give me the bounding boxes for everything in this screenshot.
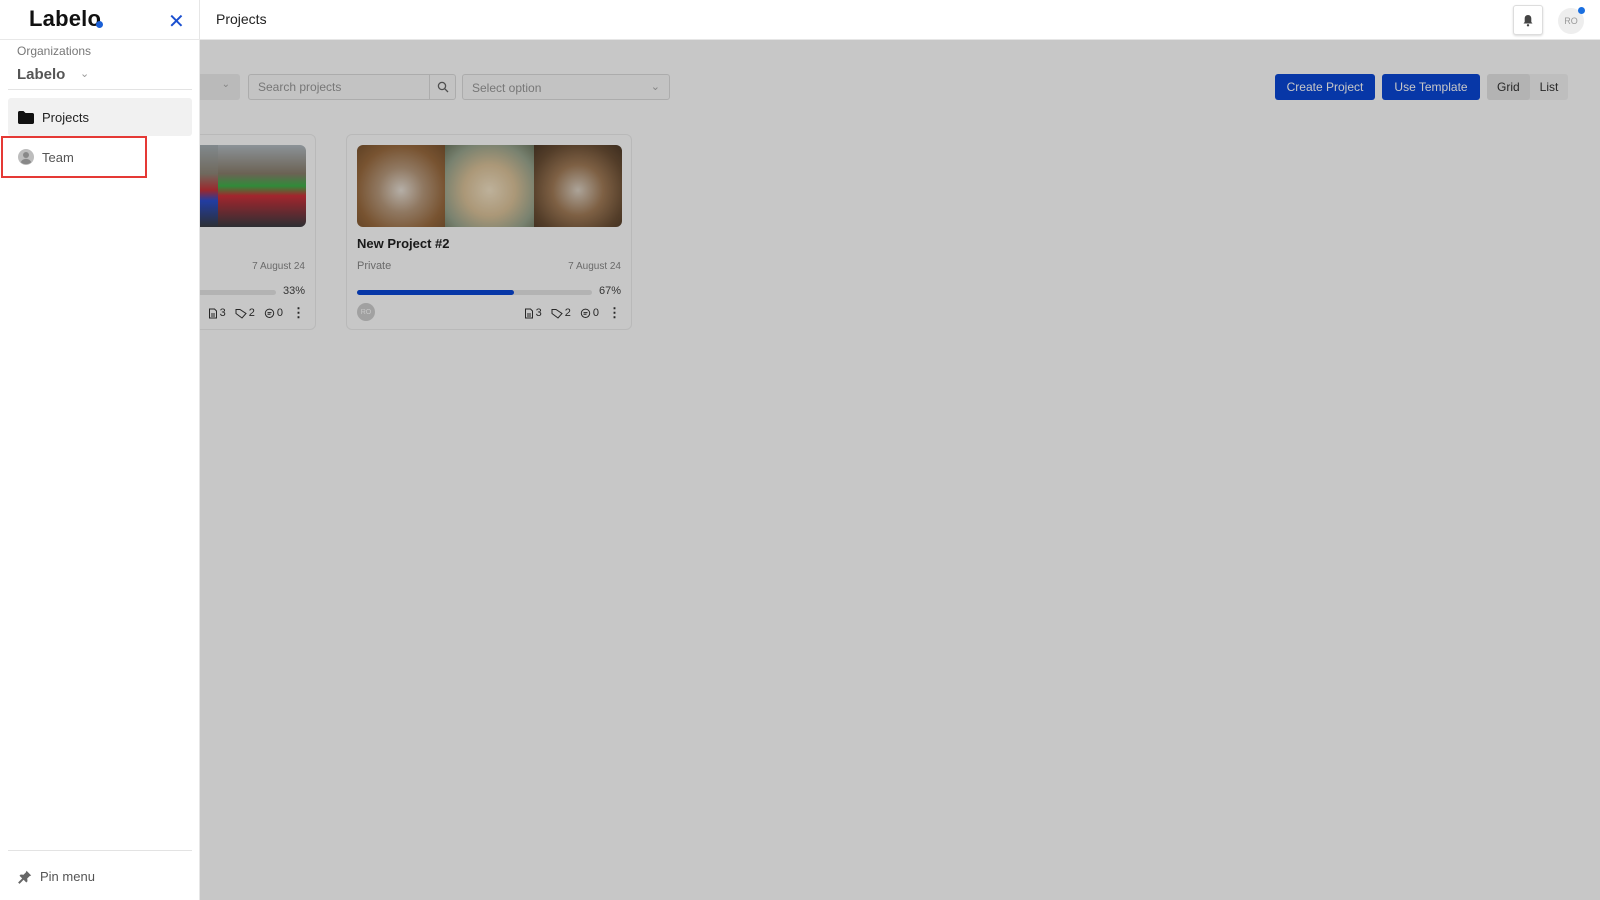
chevron-down-icon[interactable]: ⌄: [80, 67, 89, 80]
pin-menu-label: Pin menu: [40, 869, 95, 884]
sidebar-item-projects[interactable]: Projects: [8, 98, 192, 136]
page-title: Projects: [216, 11, 267, 27]
user-avatar[interactable]: RO: [1558, 7, 1585, 34]
notifications-button[interactable]: [1513, 5, 1543, 35]
backdrop-overlay[interactable]: [200, 40, 1600, 900]
logo: Labelo: [29, 6, 104, 31]
logo-mark: [96, 21, 104, 28]
organization-selector[interactable]: Labelo: [17, 66, 65, 83]
top-bar: Projects RO: [0, 0, 1600, 40]
pin-menu-button[interactable]: Pin menu: [18, 869, 95, 884]
close-icon[interactable]: ✕: [168, 9, 185, 34]
divider: [8, 89, 192, 90]
divider: [0, 39, 200, 40]
sidebar: Labelo ✕ Organizations Labelo ⌄ Projects…: [0, 0, 200, 900]
notification-dot: [1578, 7, 1585, 14]
highlight-box: [1, 136, 147, 178]
user-initials: RO: [1564, 16, 1578, 26]
folder-icon: [18, 109, 34, 125]
divider: [8, 850, 192, 851]
sidebar-item-label: Projects: [42, 109, 89, 125]
bell-icon: [1523, 14, 1533, 26]
pin-icon: [18, 870, 32, 884]
organizations-label: Organizations: [17, 44, 92, 58]
